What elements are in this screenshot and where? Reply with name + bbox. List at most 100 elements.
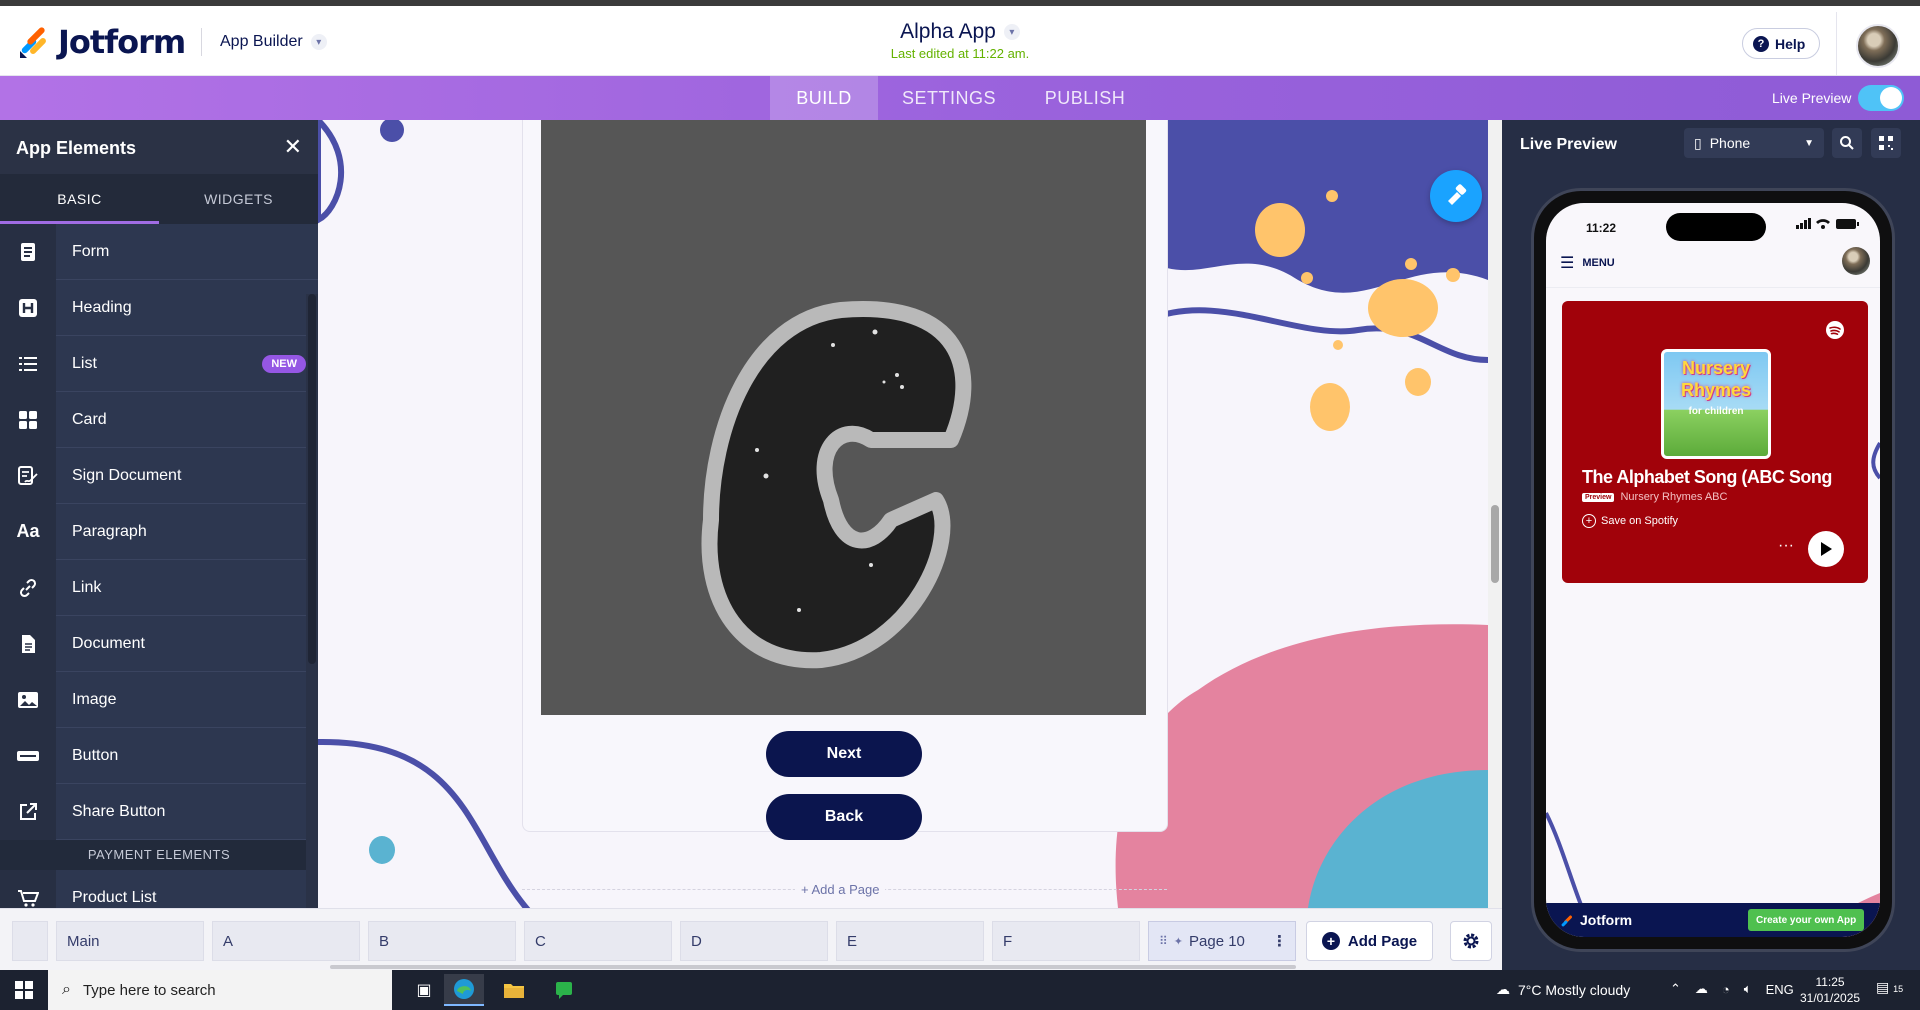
tab-settings[interactable]: SETTINGS (890, 76, 1008, 120)
phone-icon: ▯ (1694, 134, 1702, 151)
drag-handle-icon[interactable]: ⠿ (1159, 934, 1168, 948)
phone-menu-button[interactable]: ☰ MENU (1560, 253, 1615, 273)
page-tab-e[interactable]: E (836, 921, 984, 961)
spotify-icon (1826, 321, 1844, 339)
paragraph-icon: Aa (0, 503, 56, 560)
system-tray: ⌃ ☁ ◔ 🔈︎ ENG (1670, 981, 1794, 997)
album-art-line2: Rhymes (1680, 380, 1752, 400)
panel-tabs: BASIC WIDGETS (0, 174, 318, 224)
back-button[interactable]: Back (766, 794, 922, 840)
page-tab-label: Page 10 (1189, 932, 1245, 950)
play-icon (1821, 542, 1832, 556)
help-button[interactable]: ? Help (1742, 28, 1821, 59)
edge-browser-icon[interactable] (444, 974, 484, 1006)
page-tab-main[interactable]: Main (56, 921, 204, 961)
tab-basic[interactable]: BASIC (0, 174, 159, 224)
heading-icon (0, 279, 56, 336)
volume-icon[interactable]: 🔈︎ (1744, 981, 1752, 997)
start-button[interactable] (0, 970, 48, 1010)
add-a-page-link[interactable]: + Add a Page (795, 882, 886, 897)
element-card[interactable]: Card (0, 391, 318, 448)
element-form[interactable]: Form (0, 223, 318, 280)
create-app-button[interactable]: Create your own App (1748, 909, 1865, 931)
live-preview-toggle[interactable] (1858, 85, 1904, 111)
phone-screen: 11:22 ☰ MENU Nursery Rhymes for children (1546, 203, 1880, 937)
page-tab-f[interactable]: F (992, 921, 1140, 961)
page-tab-b[interactable]: B (368, 921, 516, 961)
element-image[interactable]: Image (0, 671, 318, 728)
element-product-list[interactable]: Product List (0, 869, 318, 908)
notification-count: 15 (1893, 984, 1904, 994)
app-title-wrap: Alpha App ▾ (0, 20, 1920, 44)
chevron-down-icon: ▼ (1804, 137, 1814, 149)
close-icon[interactable]: ✕ (284, 134, 302, 160)
menu-label: MENU (1582, 257, 1615, 269)
canvas-scrollbar[interactable] (1488, 120, 1502, 908)
image-element[interactable] (541, 120, 1146, 715)
notifications-button[interactable]: ▤ 15 (1876, 979, 1903, 996)
network-icon[interactable]: ◔ (1722, 982, 1730, 997)
element-label: Form (72, 242, 110, 260)
qr-code-button[interactable] (1871, 128, 1901, 158)
element-share-button[interactable]: Share Button (0, 783, 318, 840)
element-button[interactable]: Button (0, 727, 318, 784)
phone-frame: 11:22 ☰ MENU Nursery Rhymes for children (1531, 188, 1895, 952)
page-tab-a[interactable]: A (212, 921, 360, 961)
chevron-up-icon[interactable]: ⌃ (1670, 981, 1681, 997)
device-select[interactable]: ▯ Phone ▼ (1684, 128, 1824, 158)
element-list[interactable]: List NEW (0, 335, 318, 392)
element-link[interactable]: Link (0, 559, 318, 616)
preview-title: Live Preview (1520, 136, 1617, 153)
preview-badge: Preview (1582, 492, 1615, 502)
element-paragraph[interactable]: Aa Paragraph (0, 503, 318, 560)
phone-notch (1666, 213, 1766, 241)
signal-wifi-battery-icon (1796, 218, 1859, 229)
app-elements-panel: App Elements ✕ BASIC WIDGETS Form Headin… (0, 120, 318, 908)
help-label: Help (1775, 35, 1806, 52)
more-options-icon[interactable]: ⋮ (1272, 932, 1287, 950)
user-avatar[interactable] (1856, 24, 1900, 68)
element-heading[interactable]: Heading (0, 279, 318, 336)
hamburger-icon: ☰ (1560, 255, 1575, 272)
phone-header-divider (1546, 287, 1880, 288)
app-title-dropdown[interactable]: Alpha App ▾ (900, 20, 1020, 44)
panel-scrollbar[interactable] (306, 294, 318, 908)
element-label: Link (72, 578, 102, 596)
language-indicator[interactable]: ENG (1766, 982, 1794, 997)
page-tab-d[interactable]: D (680, 921, 828, 961)
element-document[interactable]: Document (0, 615, 318, 672)
page-settings-button[interactable] (1450, 921, 1492, 961)
zoom-button[interactable] (1832, 128, 1862, 158)
design-tool-button[interactable] (1430, 170, 1482, 222)
element-label: Share Button (72, 802, 166, 820)
tab-widgets[interactable]: WIDGETS (159, 174, 318, 224)
taskbar-clock[interactable]: 11:25 31/01/2025 (1800, 974, 1860, 1006)
taskbar-search[interactable]: ⌕ Type here to search (48, 970, 392, 1010)
page-icon: ✦ (1173, 935, 1184, 948)
tab-build[interactable]: BUILD (770, 76, 878, 120)
add-page-button[interactable]: + Add Page (1306, 921, 1433, 961)
next-button[interactable]: Next (766, 731, 922, 777)
app-title: Alpha App (900, 20, 996, 43)
page-tab-home[interactable] (12, 921, 48, 961)
scrollbar-thumb[interactable] (1491, 505, 1499, 583)
zoom-icon (1840, 136, 1854, 150)
element-sign-document[interactable]: Sign Document (0, 447, 318, 504)
onedrive-icon[interactable]: ☁ (1695, 981, 1708, 997)
element-label: Sign Document (72, 466, 182, 484)
page-tab-page-10[interactable]: ⠿ ✦ Page 10 ⋮ (1148, 921, 1296, 961)
play-button[interactable] (1808, 531, 1844, 567)
page-tab-c[interactable]: C (524, 921, 672, 961)
pages-scrollbar[interactable] (330, 965, 1296, 969)
tab-publish[interactable]: PUBLISH (1030, 76, 1140, 120)
scrollbar-thumb[interactable] (308, 294, 316, 664)
more-options-icon[interactable]: ··· (1778, 537, 1794, 555)
save-on-spotify-button[interactable]: + Save on Spotify (1582, 514, 1678, 528)
element-label: List (72, 354, 97, 372)
chat-app-icon[interactable] (544, 974, 584, 1006)
task-view-icon[interactable]: ▣ (404, 974, 444, 1006)
taskbar-weather[interactable]: ☁ 7°C Mostly cloudy (1496, 981, 1630, 998)
file-explorer-icon[interactable] (494, 974, 534, 1006)
spotify-embed[interactable]: Nursery Rhymes for children The Alphabet… (1562, 301, 1868, 583)
c-logo-image (701, 301, 972, 669)
